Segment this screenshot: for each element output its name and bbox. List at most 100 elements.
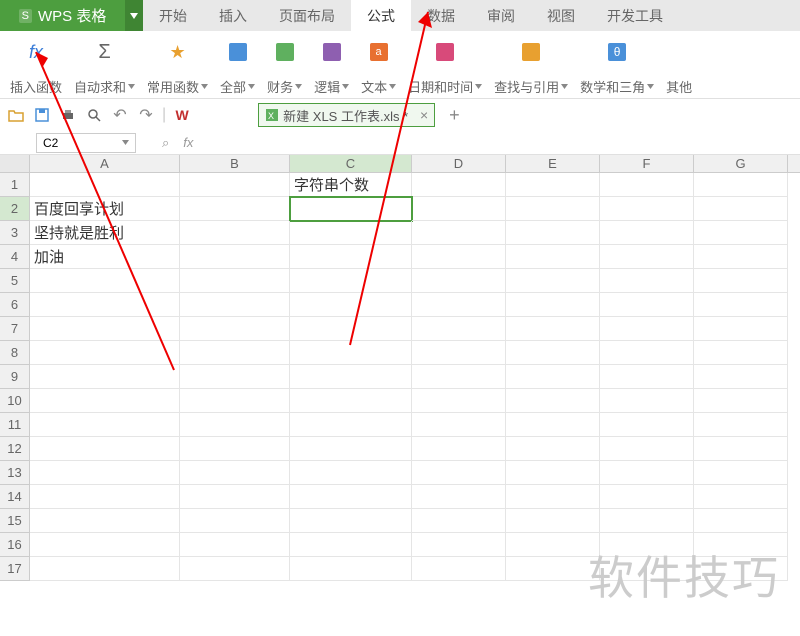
cell-G3[interactable] (694, 221, 788, 245)
fx-icon[interactable]: fx (183, 135, 193, 150)
cell-C15[interactable] (290, 509, 412, 533)
cell-G6[interactable] (694, 293, 788, 317)
cell-B8[interactable] (180, 341, 290, 365)
cell-B14[interactable] (180, 485, 290, 509)
add-tab-button[interactable]: + (449, 105, 469, 126)
cell-G2[interactable] (694, 197, 788, 221)
cell-G12[interactable] (694, 437, 788, 461)
cell-D1[interactable] (412, 173, 506, 197)
cell-F16[interactable] (600, 533, 694, 557)
cell-D4[interactable] (412, 245, 506, 269)
cell-F11[interactable] (600, 413, 694, 437)
cell-G15[interactable] (694, 509, 788, 533)
cell-B10[interactable] (180, 389, 290, 413)
cell-C8[interactable] (290, 341, 412, 365)
cell-B6[interactable] (180, 293, 290, 317)
cell-E17[interactable] (506, 557, 600, 581)
cell-E2[interactable] (506, 197, 600, 221)
open-icon[interactable] (6, 105, 26, 125)
cell-A11[interactable] (30, 413, 180, 437)
all-functions-button[interactable]: 全部 (214, 35, 261, 98)
cell-A9[interactable] (30, 365, 180, 389)
cell-D15[interactable] (412, 509, 506, 533)
print-icon[interactable] (58, 105, 78, 125)
col-header-D[interactable]: D (412, 155, 506, 172)
cell-G8[interactable] (694, 341, 788, 365)
cell-A17[interactable] (30, 557, 180, 581)
cell-F4[interactable] (600, 245, 694, 269)
text-button[interactable]: a 文本 (355, 35, 402, 98)
col-header-B[interactable]: B (180, 155, 290, 172)
cell-F6[interactable] (600, 293, 694, 317)
cell-G7[interactable] (694, 317, 788, 341)
row-header[interactable]: 5 (0, 269, 30, 293)
cell-F7[interactable] (600, 317, 694, 341)
document-tab[interactable]: X 新建 XLS 工作表.xls * × (258, 103, 435, 127)
cell-C14[interactable] (290, 485, 412, 509)
cell-F2[interactable] (600, 197, 694, 221)
row-header[interactable]: 9 (0, 365, 30, 389)
cell-E14[interactable] (506, 485, 600, 509)
cell-F5[interactable] (600, 269, 694, 293)
tab-data[interactable]: 数据 (411, 0, 471, 31)
cell-D3[interactable] (412, 221, 506, 245)
cell-A8[interactable] (30, 341, 180, 365)
cell-G16[interactable] (694, 533, 788, 557)
cell-D9[interactable] (412, 365, 506, 389)
cell-D10[interactable] (412, 389, 506, 413)
cell-E7[interactable] (506, 317, 600, 341)
cell-F17[interactable] (600, 557, 694, 581)
tab-layout[interactable]: 页面布局 (263, 0, 351, 31)
tab-formula[interactable]: 公式 (351, 0, 411, 31)
wps-logo-icon[interactable]: W (172, 105, 192, 125)
cell-F14[interactable] (600, 485, 694, 509)
cell-A12[interactable] (30, 437, 180, 461)
row-header[interactable]: 13 (0, 461, 30, 485)
cell-C12[interactable] (290, 437, 412, 461)
cell-B2[interactable] (180, 197, 290, 221)
cell-C2[interactable] (290, 197, 412, 221)
cell-G17[interactable] (694, 557, 788, 581)
common-functions-button[interactable]: ★ 常用函数 (141, 35, 214, 98)
cell-F10[interactable] (600, 389, 694, 413)
row-header[interactable]: 7 (0, 317, 30, 341)
cell-E5[interactable] (506, 269, 600, 293)
cell-A10[interactable] (30, 389, 180, 413)
cell-B17[interactable] (180, 557, 290, 581)
cell-C5[interactable] (290, 269, 412, 293)
cell-C13[interactable] (290, 461, 412, 485)
row-header[interactable]: 12 (0, 437, 30, 461)
tab-dev[interactable]: 开发工具 (591, 0, 679, 31)
cell-E8[interactable] (506, 341, 600, 365)
col-header-C[interactable]: C (290, 155, 412, 172)
datetime-button[interactable]: 日期和时间 (402, 35, 488, 98)
insert-function-button[interactable]: fx 插入函数 (4, 35, 68, 98)
cell-B7[interactable] (180, 317, 290, 341)
cell-F15[interactable] (600, 509, 694, 533)
tab-insert[interactable]: 插入 (203, 0, 263, 31)
cell-C17[interactable] (290, 557, 412, 581)
search-icon[interactable]: ⌕ (162, 135, 169, 151)
math-button[interactable]: θ 数学和三角 (574, 35, 660, 98)
cell-E10[interactable] (506, 389, 600, 413)
other-button[interactable]: 其他 (660, 35, 698, 98)
lookup-button[interactable]: 查找与引用 (488, 35, 574, 98)
row-header[interactable]: 15 (0, 509, 30, 533)
cell-B4[interactable] (180, 245, 290, 269)
col-header-G[interactable]: G (694, 155, 788, 172)
row-header[interactable]: 10 (0, 389, 30, 413)
cell-G10[interactable] (694, 389, 788, 413)
cell-E12[interactable] (506, 437, 600, 461)
cell-D5[interactable] (412, 269, 506, 293)
cell-B11[interactable] (180, 413, 290, 437)
cell-C4[interactable] (290, 245, 412, 269)
cell-A15[interactable] (30, 509, 180, 533)
cell-D12[interactable] (412, 437, 506, 461)
redo-icon[interactable]: ↷ (136, 105, 156, 125)
cell-E15[interactable] (506, 509, 600, 533)
cell-C1[interactable]: 字符串个数 (290, 173, 412, 197)
cell-B3[interactable] (180, 221, 290, 245)
cell-A4[interactable]: 加油 (30, 245, 180, 269)
cell-E9[interactable] (506, 365, 600, 389)
cell-G1[interactable] (694, 173, 788, 197)
